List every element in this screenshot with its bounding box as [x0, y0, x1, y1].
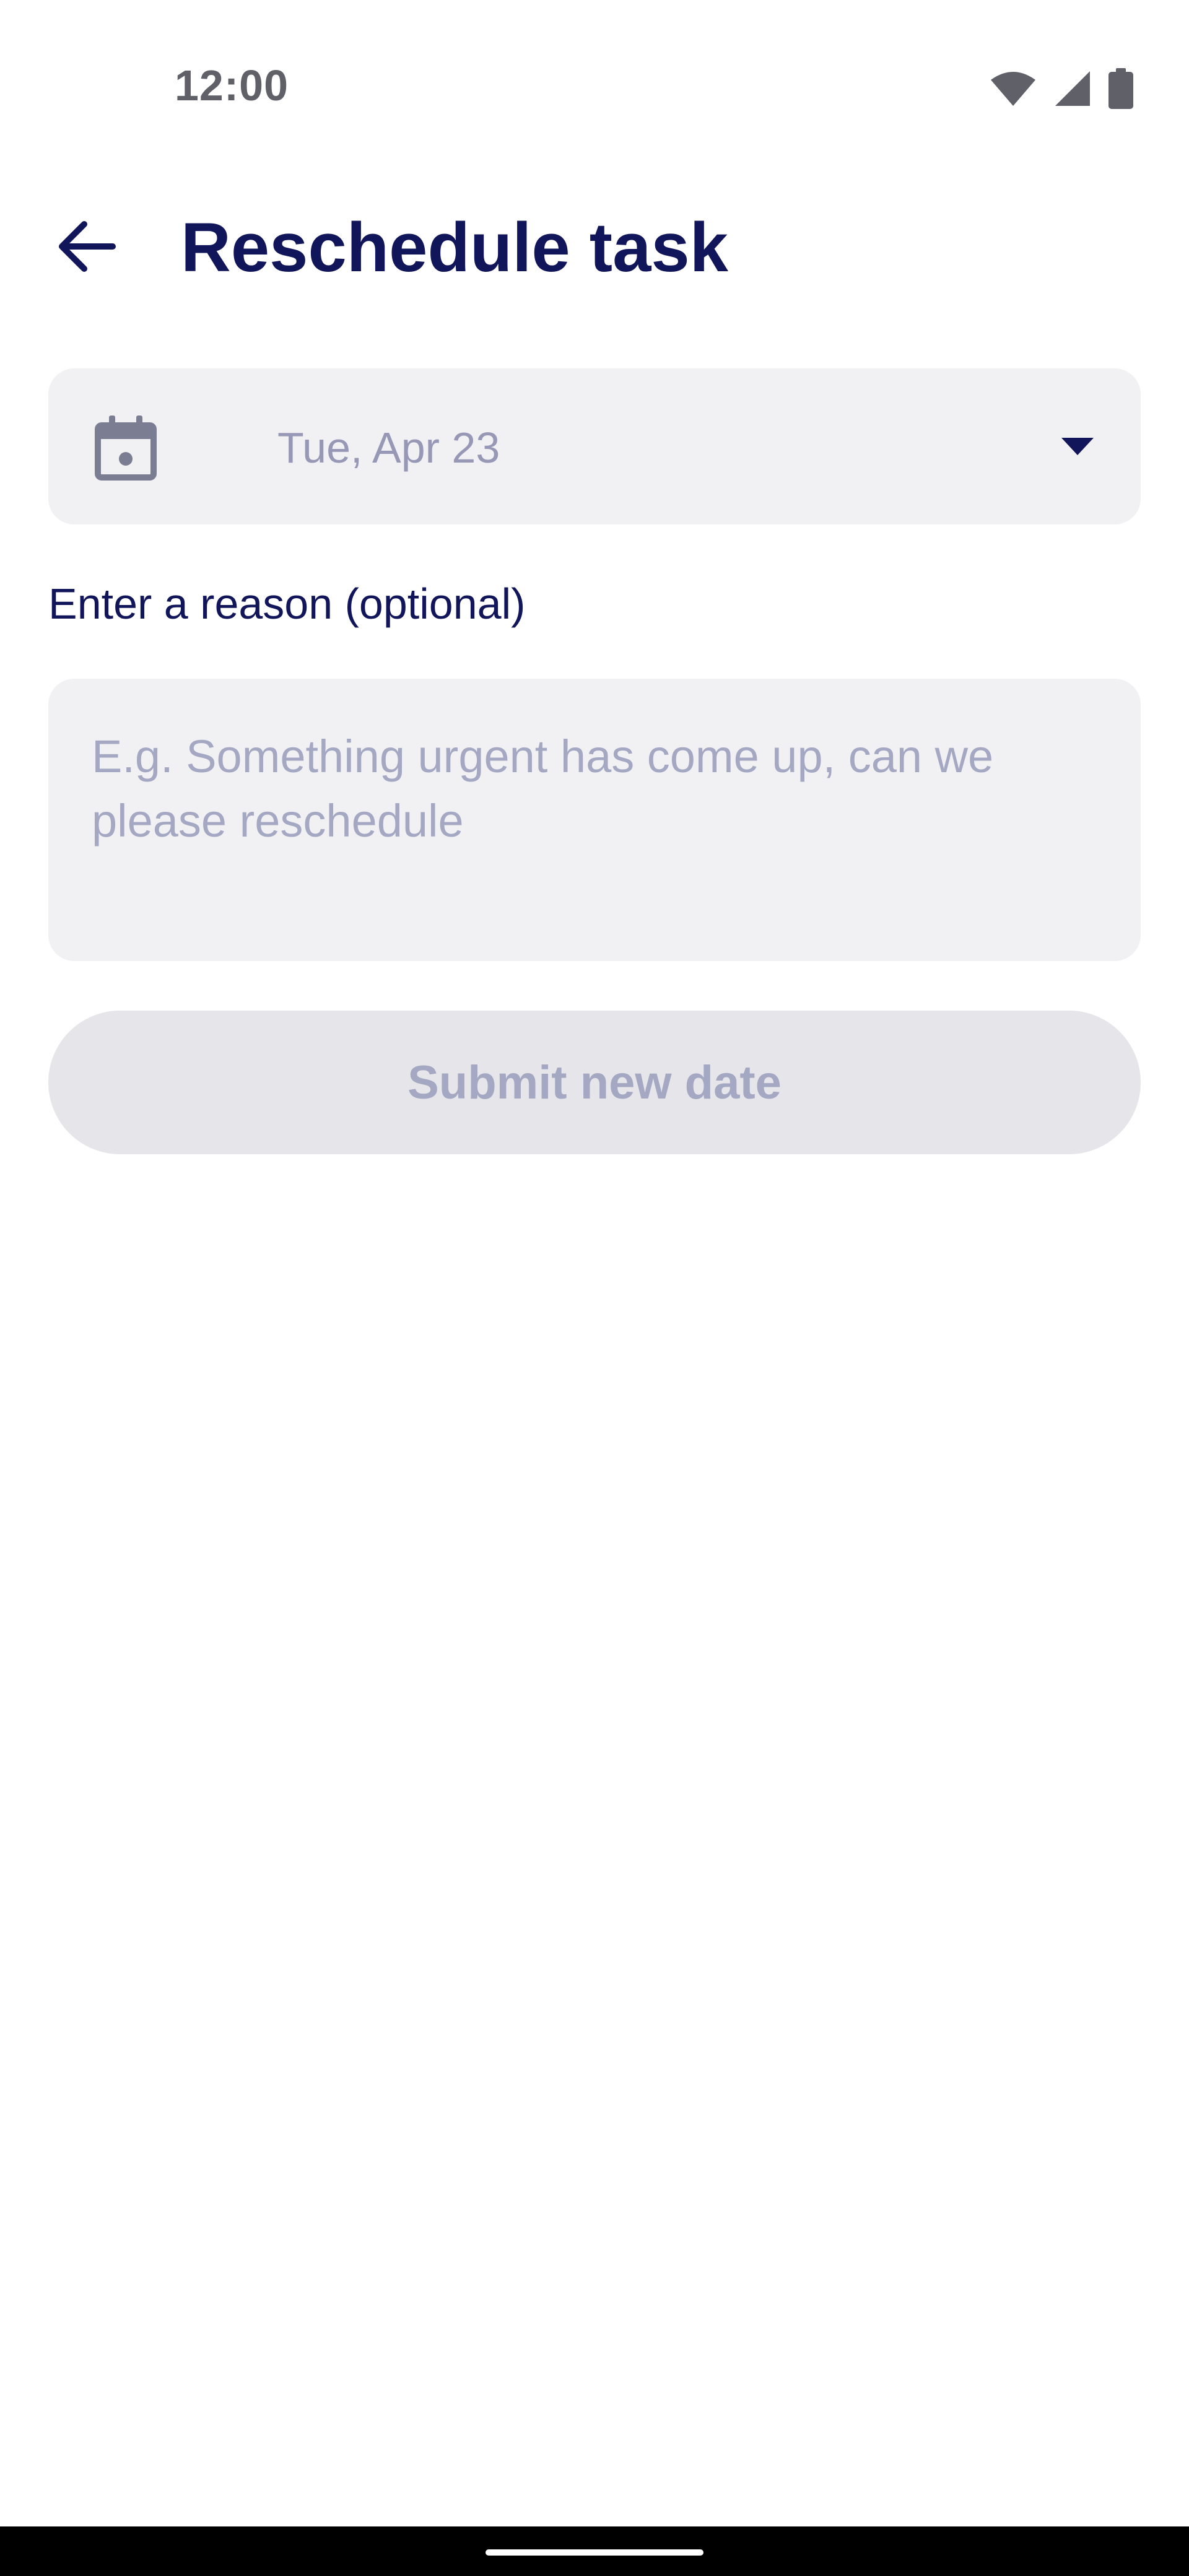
status-icons — [990, 68, 1133, 112]
reason-label: Enter a reason (optional) — [48, 580, 526, 628]
wifi-icon — [990, 70, 1037, 110]
app-bar: Reschedule task — [0, 186, 1189, 310]
home-gesture-handle[interactable] — [486, 2549, 703, 2556]
battery-icon — [1108, 68, 1133, 112]
back-button[interactable] — [37, 211, 136, 285]
navigation-bar — [0, 2526, 1189, 2576]
arrow-left-icon — [57, 220, 116, 276]
submit-button-label: Submit new date — [407, 1056, 782, 1109]
status-time: 12:00 — [175, 61, 289, 110]
calendar-icon — [92, 413, 160, 481]
date-picker-field[interactable]: Tue, Apr 23 — [48, 368, 1141, 524]
reason-input[interactable]: E.g. Something urgent has come up, can w… — [48, 679, 1141, 961]
submit-new-date-button[interactable]: Submit new date — [48, 1011, 1141, 1154]
reason-placeholder: E.g. Something urgent has come up, can w… — [92, 731, 994, 846]
status-bar: 12:00 — [0, 0, 1189, 161]
cellular-signal-icon — [1054, 70, 1091, 110]
caret-down-icon — [1059, 430, 1096, 461]
page-title: Reschedule task — [181, 209, 728, 286]
date-value: Tue, Apr 23 — [277, 424, 500, 472]
reschedule-screen: 12:00 Reschedule task Tue, Apr 23 Enter … — [0, 0, 1189, 2576]
